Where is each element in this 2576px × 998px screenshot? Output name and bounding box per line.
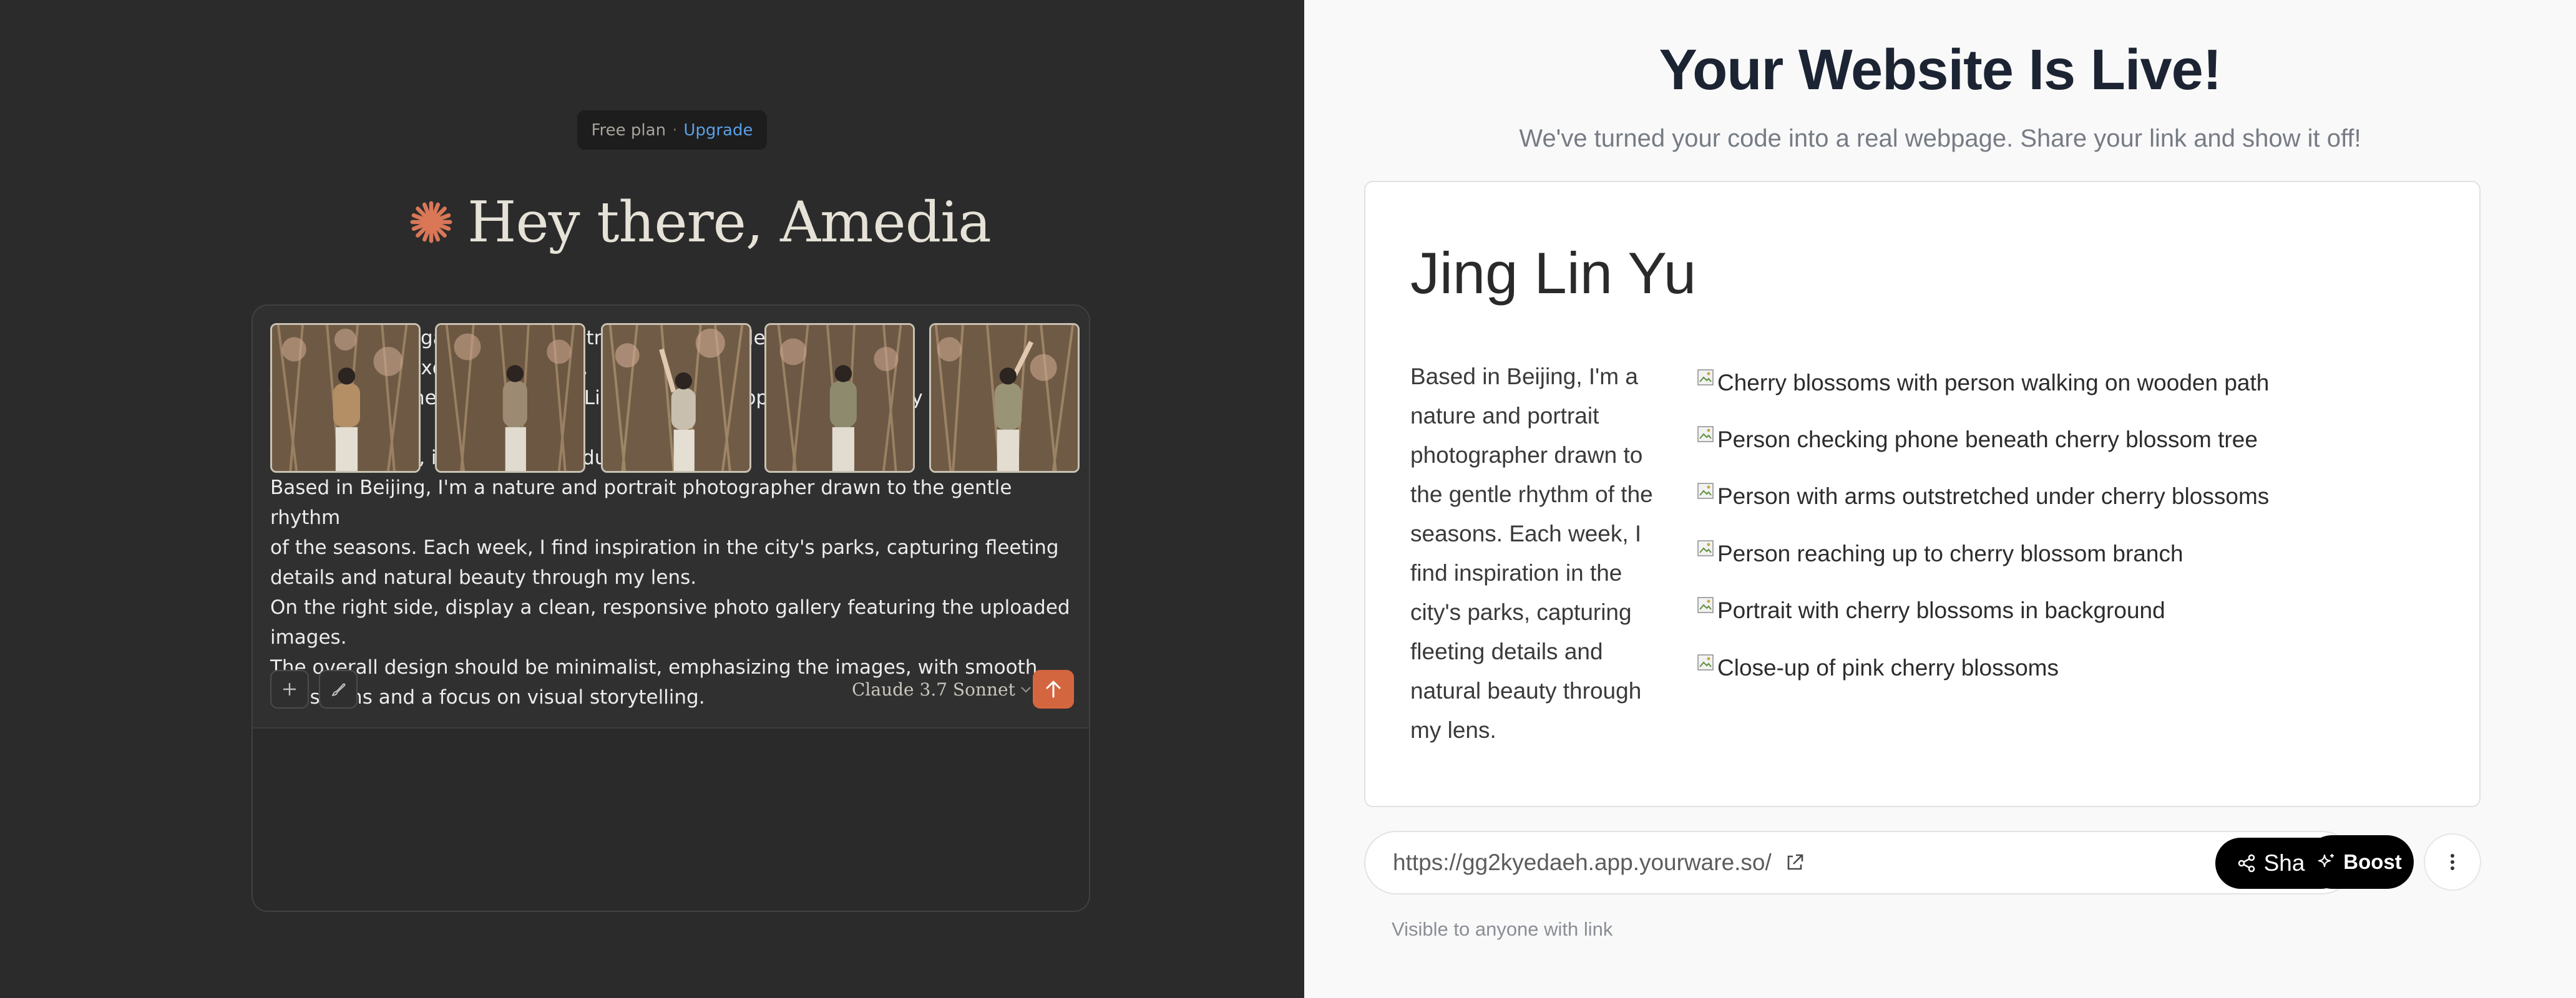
share-icon [2238,854,2255,873]
visibility-note: Visible to anyone with link [1392,918,1613,940]
chat-panel: Free plan · Upgrade Hey there, Amedia Cr… [0,0,1304,998]
send-button[interactable] [1033,670,1074,709]
broken-image-icon [1697,597,1714,613]
greeting-text: Hey there, Amedia [467,189,992,255]
attachment-thumbnail[interactable] [929,323,1080,473]
site-gallery: Cherry blossoms with person walking on w… [1696,354,2269,696]
greeting: Hey there, Amedia [409,185,992,259]
more-options-button[interactable] [2424,833,2481,891]
broken-image-icon [1697,654,1714,671]
model-selector[interactable]: Claude 3.7 Sonnet [852,670,1032,709]
gallery-alt-text: Close-up of pink cherry blossoms [1717,654,2059,681]
result-panel: Your Website Is Live! We've turned your … [1304,0,2576,998]
gallery-item: Person reaching up to cherry blossom bra… [1696,525,2269,582]
gallery-alt-text: Portrait with cherry blossoms in backgro… [1717,598,2165,624]
site-url-link[interactable]: https://gg2kyedaeh.app.yourware.so/ [1393,832,1805,893]
gallery-alt-text: Person checking phone beneath cherry blo… [1717,427,2258,453]
gallery-item: Portrait with cherry blossoms in backgro… [1696,583,2269,639]
sparkle-icon [2318,854,2334,868]
model-name: Claude 3.7 Sonnet [852,679,1015,700]
plus-icon [283,683,296,695]
arrow-up-icon [1046,681,1061,698]
brush-icon [332,683,346,696]
gallery-item: Close-up of pink cherry blossoms [1696,639,2269,696]
url-bar: https://gg2kyedaeh.app.yourware.so/ Shar… [1364,831,2354,894]
vertical-dots-icon [2451,854,2454,870]
attachment-thumbnail[interactable] [764,323,915,473]
boost-label: Boost [2343,850,2402,873]
site-headline: Jing Lin Yu [1410,240,1697,306]
gallery-item: Cherry blossoms with person walking on w… [1696,354,2269,411]
chevron-down-icon [1021,687,1031,693]
page-title: Your Website Is Live! [1659,38,2222,102]
gallery-item: Person with arms outstretched under cher… [1696,468,2269,525]
gallery-alt-text: Person with arms outstretched under cher… [1717,483,2270,510]
gallery-alt-text: Person reaching up to cherry blossom bra… [1717,540,2183,566]
asterisk-star-icon [410,201,452,243]
broken-image-icon [1697,369,1714,385]
site-url[interactable]: https://gg2kyedaeh.app.yourware.so/ [1393,850,1772,876]
attachment-thumbnail[interactable] [435,323,585,473]
broken-image-icon [1697,426,1714,442]
website-preview: Jing Lin Yu Based in Beijing, I'm a natu… [1364,181,2481,807]
upgrade-link[interactable]: Upgrade [683,121,753,140]
gallery-alt-text: Cherry blossoms with person walking on w… [1717,369,2270,395]
broken-image-icon [1697,483,1714,500]
plan-separator: · [672,120,678,140]
broken-image-icon [1697,540,1714,556]
plan-label: Free plan [591,120,666,140]
plan-badge: Free plan · Upgrade [577,110,767,150]
attachment-thumbnail[interactable] [270,323,421,473]
page-subtitle: We've turned your code into a real webpa… [1519,125,2361,152]
external-link-icon[interactable] [1784,852,1805,873]
boost-button[interactable]: Boost [2305,835,2414,889]
brush-button[interactable] [319,670,358,709]
gallery-item: Person checking phone beneath cherry blo… [1696,411,2269,468]
attachment-tray [253,727,1089,911]
attachment-thumbnail[interactable] [601,323,751,473]
site-intro: Based in Beijing, I'm a nature and portr… [1410,364,1653,743]
add-button[interactable] [270,670,309,709]
